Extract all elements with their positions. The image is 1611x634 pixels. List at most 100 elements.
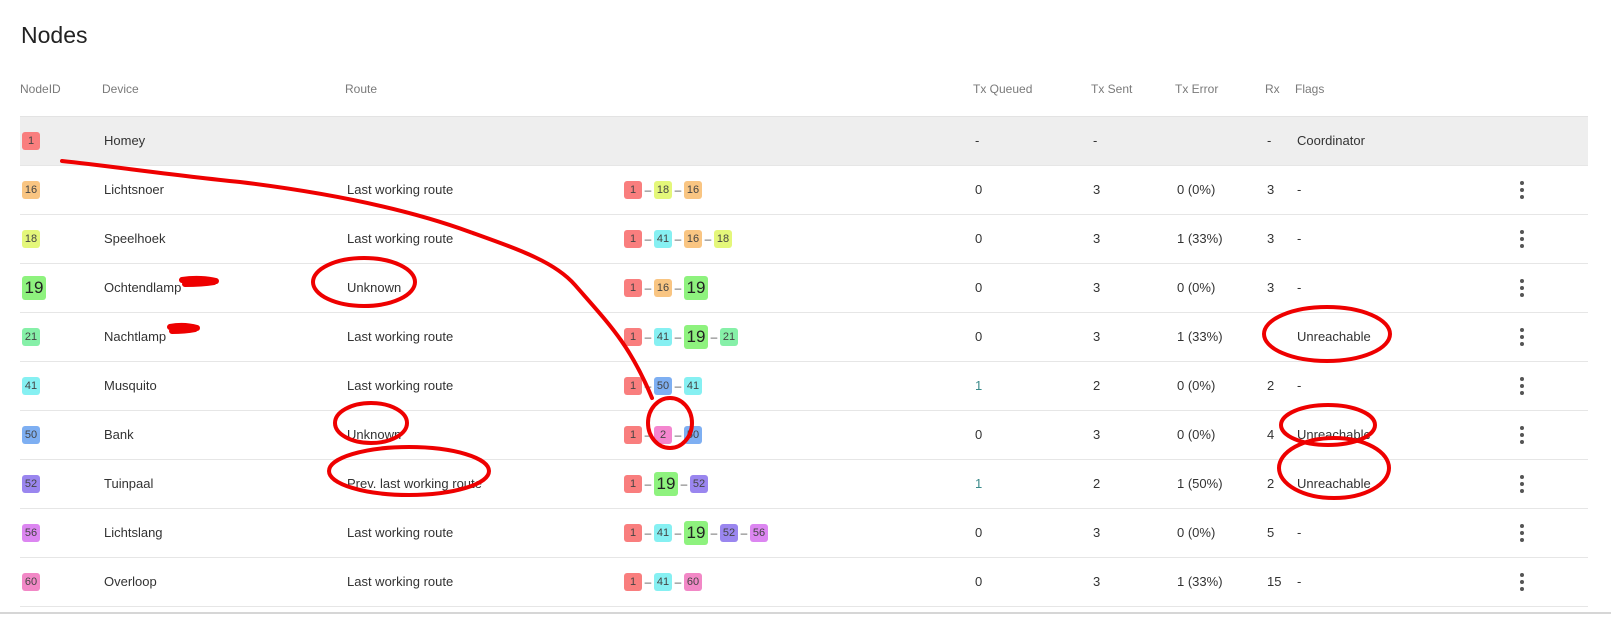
route-path: 1–2–50 <box>624 411 702 459</box>
route-hop-badge: 41 <box>654 573 672 591</box>
header-rx: Rx <box>1265 82 1280 96</box>
table-row[interactable]: 18 Speelhoek Last working route 0 3 1 (33%) 3 -… <box>20 215 1588 264</box>
route-hop-badge: 1 <box>624 475 642 493</box>
node-id-cell: 56 <box>22 509 40 557</box>
node-id-badge: 18 <box>22 229 40 248</box>
menu-dot <box>1520 377 1524 381</box>
table-row[interactable]: 16 Lichtsnoer Last working route 0 3 0 (0%) 3 -… <box>20 166 1588 215</box>
table-row[interactable]: 1 Homey - - - Coordinator <box>20 117 1588 166</box>
flags-value: - <box>1297 378 1302 393</box>
more-vert-icon[interactable] <box>1508 264 1536 312</box>
menu-dot <box>1520 391 1524 395</box>
route-separator: – <box>644 232 652 246</box>
route-hop-badge: 18 <box>714 230 732 248</box>
tx-queued-value: 0 <box>975 182 983 197</box>
flags-value: Unreachable <box>1297 476 1371 491</box>
route-hop-badge: 41 <box>654 230 672 248</box>
table-row[interactable]: 56 Lichtslang Last working route 0 3 0 (0%) 5 -… <box>20 509 1588 558</box>
tx-error-value: 0 (0%) <box>1177 525 1216 540</box>
page-title: Nodes <box>21 22 88 48</box>
tx-sent-value: 3 <box>1093 231 1101 246</box>
row-menu-cell <box>1508 313 1536 361</box>
route-separator: – <box>674 379 682 393</box>
table-row[interactable]: 60 Overloop Last working route 0 3 1 (33%) 15-… <box>20 558 1588 607</box>
node-id-badge: 52 <box>22 474 40 493</box>
flags-value: - <box>1297 231 1302 246</box>
header-route: Route <box>345 82 378 96</box>
route-status: Last working route <box>347 231 454 246</box>
route-path: 1–41–19–52–56 <box>624 509 768 557</box>
tx-queued-value: 0 <box>975 280 983 295</box>
route-hop-badge: 19 <box>684 276 708 300</box>
route-hop-badge: 1 <box>624 279 642 297</box>
tx-sent-value: 2 <box>1093 378 1101 393</box>
node-id-badge: 41 <box>22 376 40 395</box>
route-path: 1–41–16–18 <box>624 215 732 263</box>
more-vert-icon[interactable] <box>1508 460 1536 508</box>
route-separator: – <box>674 428 682 442</box>
route-hop-badge: 60 <box>684 573 702 591</box>
tx-sent-value: 2 <box>1093 476 1101 491</box>
route-separator: – <box>674 330 682 344</box>
more-vert-icon[interactable] <box>1508 215 1536 263</box>
more-vert-icon[interactable] <box>1508 362 1536 410</box>
route-status: Last working route <box>347 378 454 393</box>
tx-queued-value: 0 <box>975 574 983 589</box>
route-hop-badge: 56 <box>750 524 768 542</box>
route-status: Last working route <box>347 182 454 197</box>
table-row[interactable]: 21 Nachtlamp Last working route 0 3 1 (33%) Un… <box>20 313 1588 362</box>
more-vert-icon[interactable] <box>1508 313 1536 361</box>
menu-dot <box>1520 433 1524 437</box>
table-header: NodeID Device Route Tx Queued Tx Sent Tx… <box>20 70 1588 117</box>
route-hop-badge: 16 <box>654 279 672 297</box>
more-vert-icon[interactable] <box>1508 411 1536 459</box>
route-separator: – <box>674 281 682 295</box>
header-tx-error: Tx Error <box>1175 82 1219 96</box>
flags-value: - <box>1297 574 1302 589</box>
route-separator: – <box>710 526 718 540</box>
more-vert-icon[interactable] <box>1508 558 1536 606</box>
table-row[interactable]: 19 Ochtendlamp Unknown 0 3 0 (0%) 3-1–16–19 <box>20 264 1588 313</box>
table-row[interactable]: 41 Musquito Last working route 1 2 0 (0%) 2-1–… <box>20 362 1588 411</box>
rx-value: 4 <box>1267 427 1275 442</box>
flags-value: Unreachable <box>1297 427 1371 442</box>
route-path: 1–16–19 <box>624 264 708 312</box>
node-id-cell: 1 <box>22 117 40 165</box>
route-hop-badge: 1 <box>624 230 642 248</box>
route-hop-badge: 52 <box>690 475 708 493</box>
row-menu-cell <box>1508 362 1536 410</box>
node-id-cell: 16 <box>22 166 40 214</box>
tx-error-value: 0 (0%) <box>1177 280 1216 295</box>
rx-value: 5 <box>1267 525 1275 540</box>
menu-dot <box>1520 279 1524 283</box>
route-hop-badge: 21 <box>720 328 738 346</box>
menu-dot <box>1520 335 1524 339</box>
row-menu-cell <box>1508 215 1536 263</box>
tx-sent-value: 3 <box>1093 280 1101 295</box>
more-vert-icon[interactable] <box>1508 509 1536 557</box>
device-name: Lichtsnoer <box>104 182 164 197</box>
menu-dot <box>1520 328 1524 332</box>
node-id-cell: 19 <box>22 264 46 312</box>
row-menu-cell <box>1508 460 1536 508</box>
route-hop-badge: 19 <box>684 325 708 349</box>
header-flags: Flags <box>1295 82 1325 96</box>
table-row[interactable]: 52 Tuinpaal Prev. last working route 1 2 1 (5… <box>20 460 1588 509</box>
row-menu-cell <box>1508 509 1536 557</box>
device-name: Overloop <box>104 574 157 589</box>
route-separator: – <box>644 575 652 589</box>
more-vert-icon[interactable] <box>1508 166 1536 214</box>
route-separator: – <box>644 477 652 491</box>
menu-dot <box>1520 475 1524 479</box>
tx-queued-value: - <box>975 133 980 148</box>
route-status: Unknown <box>347 427 402 442</box>
menu-dot <box>1520 489 1524 493</box>
tx-queued-value: 1 <box>975 476 983 491</box>
node-id-cell: 18 <box>22 215 40 263</box>
nodes-table: NodeID Device Route Tx Queued Tx Sent Tx… <box>20 70 1588 607</box>
route-separator: – <box>644 428 652 442</box>
route-separator: – <box>644 183 652 197</box>
route-status: Unknown <box>347 280 402 295</box>
node-id-cell: 60 <box>22 558 40 606</box>
table-row[interactable]: 50 Bank Unknown 0 3 0 (0%) 4 Unreachable 1–2–50 <box>20 411 1588 460</box>
